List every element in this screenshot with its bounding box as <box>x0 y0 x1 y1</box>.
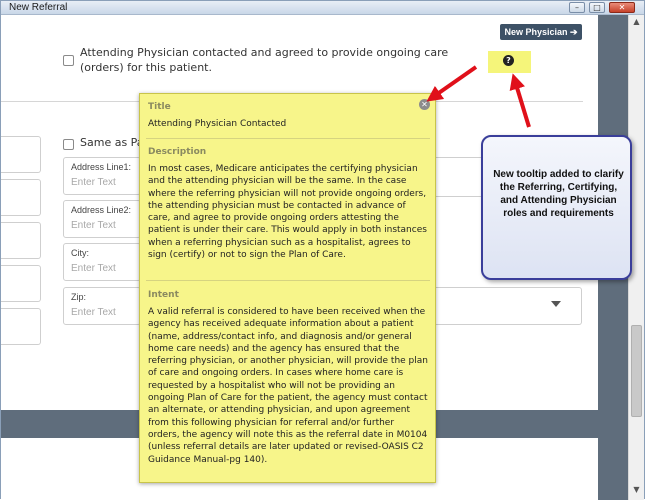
zip-placeholder: Enter Text <box>71 307 116 318</box>
callout-text: New tooltip added to clarify the Referri… <box>493 169 624 219</box>
tooltip-intent-text: A valid referral is considered to have b… <box>148 307 428 465</box>
tooltip-description-text: In most cases, Medicare anticipates the … <box>148 164 427 261</box>
same-as-patient-label: Same as Pat <box>80 136 148 149</box>
question-circle-icon: ? <box>503 55 514 66</box>
same-as-patient-checkbox[interactable] <box>63 139 74 150</box>
new-physician-button[interactable]: New Physician ➔ <box>500 24 582 40</box>
annotation-callout: New tooltip added to clarify the Referri… <box>481 135 632 280</box>
chevron-down-icon <box>551 301 561 307</box>
scroll-up-arrow-icon[interactable]: ▲ <box>629 15 644 29</box>
window-title: New Referral <box>9 2 68 13</box>
attending-contacted-label: Attending Physician contacted and agreed… <box>80 46 449 74</box>
tooltip-title-heading: Title <box>148 102 171 112</box>
scroll-down-arrow-icon[interactable]: ▼ <box>629 483 644 497</box>
title-bar: New Referral – □ ✕ <box>1 1 644 15</box>
left-input-3[interactable] <box>1 222 41 259</box>
scrollbar-thumb[interactable] <box>631 325 642 417</box>
referral-window: New Referral – □ ✕ New Physician ➔ Atten… <box>0 0 645 500</box>
city-field[interactable]: City: Enter Text <box>63 243 141 281</box>
close-window-button[interactable]: ✕ <box>609 2 635 13</box>
address-line1-field[interactable]: Address Line1: Enter Text <box>63 157 141 195</box>
maximize-button[interactable]: □ <box>589 2 605 13</box>
zip-field[interactable]: Zip: Enter Text <box>63 287 141 325</box>
city-placeholder: Enter Text <box>71 263 116 274</box>
zip-label: Zip: <box>71 292 87 302</box>
left-input-1[interactable] <box>1 136 41 173</box>
state-select[interactable] <box>434 287 582 325</box>
tooltip-description-heading: Description <box>148 147 207 157</box>
tooltip-intent-heading: Intent <box>148 290 179 300</box>
minimize-button[interactable]: – <box>569 2 585 13</box>
close-icon[interactable]: ✕ <box>419 99 430 110</box>
left-input-5[interactable] <box>1 308 41 345</box>
left-input-2[interactable] <box>1 179 41 216</box>
address-line2-field[interactable]: Address Line2: Enter Text <box>63 200 141 238</box>
address-line2-label: Address Line2: <box>71 205 132 215</box>
tooltip-title-text: Attending Physician Contacted <box>148 119 287 129</box>
address-line1-placeholder: Enter Text <box>71 177 116 188</box>
physician-tooltip: Title ✕ Attending Physician Contacted De… <box>139 93 436 483</box>
attending-contacted-checkbox[interactable] <box>63 55 74 66</box>
address-line2-placeholder: Enter Text <box>71 220 116 231</box>
left-input-4[interactable] <box>1 265 41 302</box>
city-label: City: <box>71 248 89 258</box>
address-line1-label: Address Line1: <box>71 162 132 172</box>
help-button[interactable]: ? <box>488 51 531 73</box>
tooltip-separator <box>146 280 430 281</box>
tooltip-separator <box>146 138 430 139</box>
